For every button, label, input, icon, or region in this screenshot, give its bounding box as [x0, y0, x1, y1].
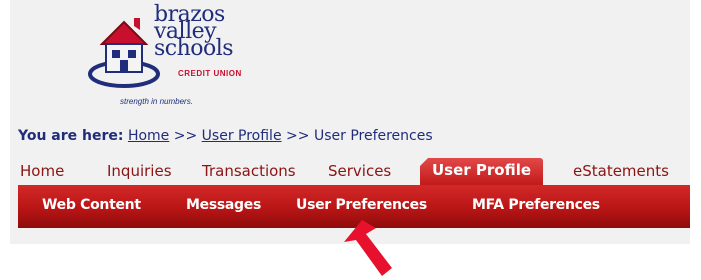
subtab-user-preferences[interactable]: User Preferences — [296, 197, 427, 213]
brand-word: schools — [154, 36, 234, 61]
brand-logo[interactable]: brazos valley schools CREDIT UNION stren… — [84, 4, 264, 112]
breadcrumb-separator: >> — [286, 128, 310, 144]
tab-estatements[interactable]: eStatements — [573, 162, 669, 180]
subtab-mfa-preferences[interactable]: MFA Preferences — [472, 197, 600, 213]
tab-services[interactable]: Services — [328, 162, 391, 180]
breadcrumb-home-link[interactable]: Home — [128, 128, 169, 144]
subtab-web-content[interactable]: Web Content — [42, 197, 141, 213]
breadcrumb: You are here: Home >> User Profile >> Us… — [18, 128, 433, 144]
brand-wordmark: brazos valley schools — [154, 4, 234, 61]
breadcrumb-separator: >> — [173, 128, 198, 144]
breadcrumb-current: User Preferences — [313, 128, 433, 144]
brand-tagline: strength in numbers. — [120, 97, 193, 106]
tab-user-profile[interactable]: User Profile — [420, 158, 544, 185]
schoolhouse-logo-icon — [88, 18, 160, 88]
tab-home[interactable]: Home — [20, 162, 64, 180]
tab-inquiries[interactable]: Inquiries — [107, 162, 172, 180]
breadcrumb-user-profile-link[interactable]: User Profile — [202, 128, 282, 144]
tab-transactions[interactable]: Transactions — [202, 162, 296, 180]
breadcrumb-label: You are here: — [18, 128, 124, 144]
main-nav-tabs: Home Inquiries Transactions Services Use… — [10, 158, 690, 185]
brand-credit-union: CREDIT UNION — [178, 69, 242, 78]
subtab-messages[interactable]: Messages — [186, 197, 261, 213]
pointer-arrow-icon — [344, 220, 392, 276]
page-panel: brazos valley schools CREDIT UNION stren… — [10, 0, 690, 244]
